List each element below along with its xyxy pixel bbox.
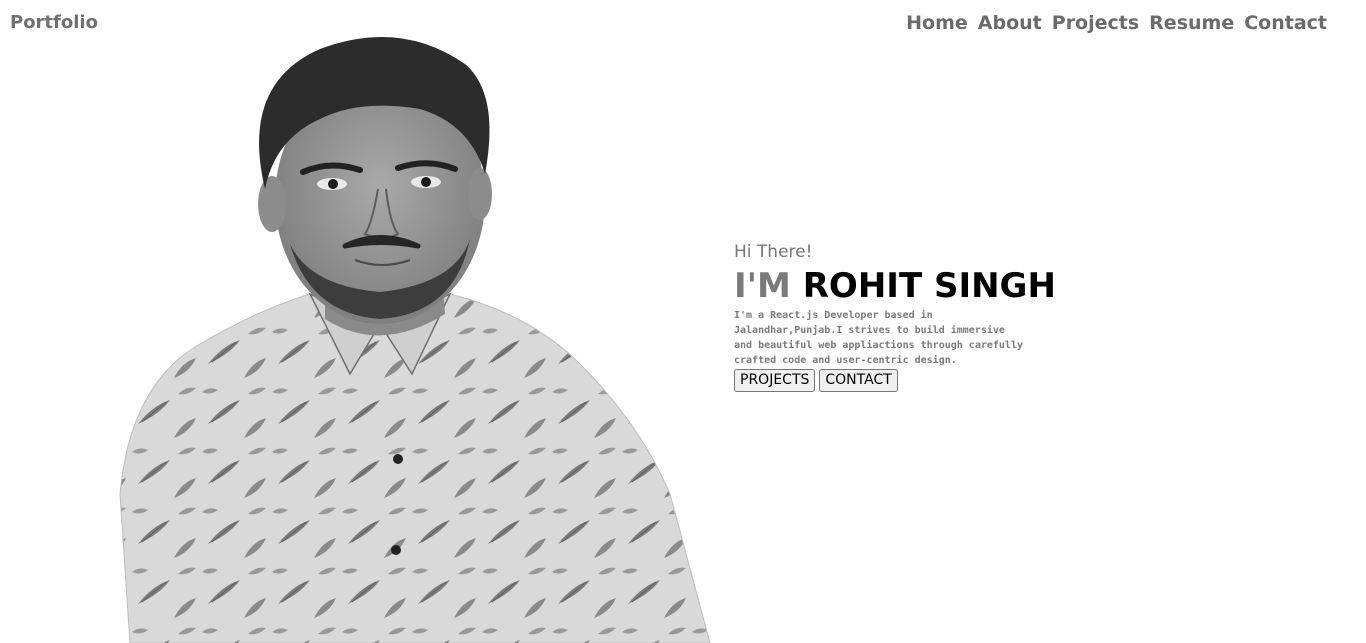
headline-prefix: I'M bbox=[734, 266, 791, 306]
projects-button[interactable]: PROJECTS bbox=[734, 369, 816, 392]
nav-link-contact[interactable]: Contact bbox=[1244, 12, 1327, 34]
page: Portfolio Home About Projects Resume Con… bbox=[0, 0, 1366, 643]
contact-button[interactable]: CONTACT bbox=[819, 369, 898, 392]
bio-text: I'm a React.js Developer based in Jaland… bbox=[734, 310, 1023, 366]
nav-link-about[interactable]: About bbox=[978, 12, 1042, 34]
greeting-text: Hi There! bbox=[734, 242, 813, 262]
headline-name: ROHIT SINGH bbox=[802, 266, 1056, 306]
hero-headline: I'M ROHIT SINGH bbox=[734, 266, 1094, 306]
nav-link-home[interactable]: Home bbox=[906, 12, 968, 34]
hero-actions: PROJECTS CONTACT bbox=[734, 369, 1094, 392]
nav-link-resume[interactable]: Resume bbox=[1149, 12, 1234, 34]
top-nav: Home About Projects Resume Contact bbox=[906, 12, 1327, 34]
profile-portrait bbox=[119, 37, 711, 643]
hero-intro: Hi There! I'M ROHIT SINGH I'm a React.js… bbox=[734, 242, 1094, 392]
nav-link-projects[interactable]: Projects bbox=[1052, 12, 1139, 34]
